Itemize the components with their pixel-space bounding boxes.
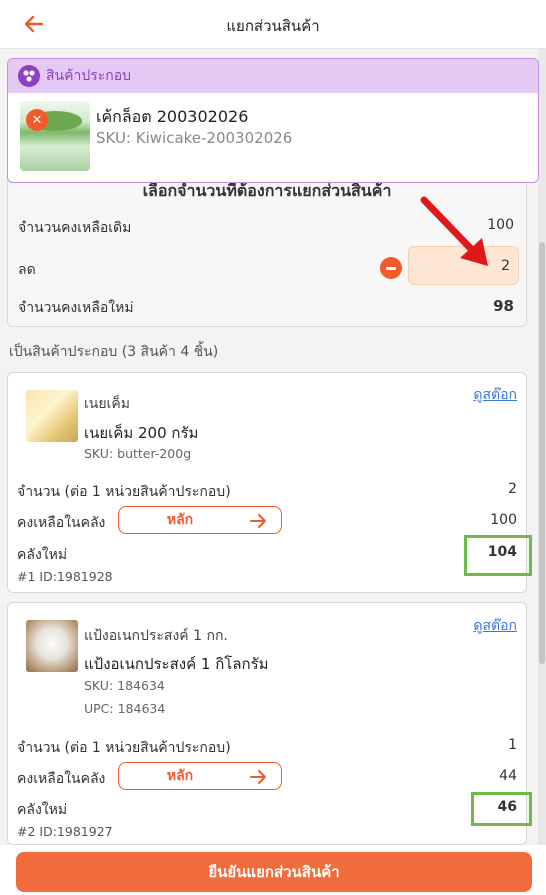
component-upc: UPC: 184634 — [84, 701, 166, 716]
deduct-stock-button[interactable]: หลัก — [118, 506, 282, 534]
flour-product-image — [26, 620, 78, 672]
new-stock-value: 104 — [487, 544, 517, 560]
reduce-label: ลด — [18, 262, 36, 278]
in-stock-label: คงเหลือในคลัง — [17, 771, 106, 787]
remove-composite-button[interactable]: ✕ — [26, 109, 48, 131]
component-short-name: เนยเค็ม — [84, 396, 130, 412]
component-full-name: เนยเค็ม 200 กรัม — [84, 424, 199, 442]
composite-section-label: สินค้าประกอบ — [46, 68, 132, 84]
view-stock-link[interactable]: ดูสต๊อก — [473, 615, 517, 637]
confirm-split-button[interactable]: ยืนยันแยกส่วนสินค้า — [16, 852, 532, 892]
top-bar: แยกส่วนสินค้า — [0, 0, 546, 49]
component-sku: SKU: 184634 — [84, 678, 165, 693]
butter-product-image — [26, 390, 78, 442]
components-summary: เป็นสินค้าประกอบ (3 สินค้า 4 ชิ้น) — [9, 344, 219, 360]
scrollbar-thumb[interactable] — [539, 242, 545, 664]
new-stock-label: คลังใหม่ — [17, 547, 68, 563]
composite-product-sku: SKU: Kiwicake-200302026 — [96, 129, 293, 147]
boxes-icon — [18, 65, 40, 87]
component-full-name: แป้งอเนกประสงค์ 1 กิโลกรัม — [84, 655, 269, 673]
new-stock-label: คลังใหม่ — [17, 802, 68, 818]
decrease-button[interactable] — [380, 257, 402, 279]
deduct-stock-button[interactable]: หลัก — [118, 762, 282, 790]
per-unit-value: 1 — [508, 737, 517, 753]
deduct-label: หลัก — [166, 512, 194, 528]
new-stock-label: จำนวนคงเหลือใหม่ — [18, 300, 134, 316]
composite-product-body: ✕ เค้กล็อต 200302026 SKU: Kiwicake-20030… — [8, 93, 538, 182]
arrow-right-icon — [250, 514, 266, 528]
annotation-arrow-icon — [420, 196, 488, 266]
new-stock-value: 46 — [497, 799, 517, 815]
component-id: #1 ID:1981928 — [17, 569, 113, 584]
page-title: แยกส่วนสินค้า — [226, 17, 320, 35]
in-stock-label: คงเหลือในคลัง — [17, 515, 106, 531]
per-unit-label: จำนวน (ต่อ 1 หน่วยสินค้าประกอบ) — [17, 484, 231, 500]
per-unit-label: จำนวน (ต่อ 1 หน่วยสินค้าประกอบ) — [17, 740, 231, 756]
minus-icon — [386, 266, 396, 270]
new-stock-value: 98 — [493, 297, 514, 315]
deduct-label: หลัก — [166, 768, 194, 784]
composite-product-card: สินค้าประกอบ ✕ เค้กล็อต 200302026 SKU: K… — [7, 58, 539, 183]
original-stock-label: จำนวนคงเหลือเดิม — [18, 220, 132, 236]
composite-product-name: เค้กล็อต 200302026 — [96, 107, 249, 126]
per-unit-value: 2 — [508, 481, 517, 497]
component-card-2: แป้งอเนกประสงค์ 1 กก. แป้งอเนกประสงค์ 1 … — [7, 602, 532, 845]
view-stock-link[interactable]: ดูสต๊อก — [473, 384, 517, 406]
composite-section-header: สินค้าประกอบ — [8, 59, 538, 93]
component-card-1: เนยเค็ม เนยเค็ม 200 กรัม SKU: butter-200… — [7, 372, 532, 593]
in-stock-value: 44 — [499, 768, 517, 784]
component-id: #2 ID:1981927 — [17, 824, 113, 839]
arrow-right-icon — [250, 770, 266, 784]
in-stock-value: 100 — [490, 512, 517, 528]
close-icon: ✕ — [31, 112, 43, 128]
component-short-name: แป้งอเนกประสงค์ 1 กก. — [84, 628, 228, 644]
bottom-action-bar: ยืนยันแยกส่วนสินค้า — [0, 845, 546, 895]
component-sku: SKU: butter-200g — [84, 446, 192, 461]
